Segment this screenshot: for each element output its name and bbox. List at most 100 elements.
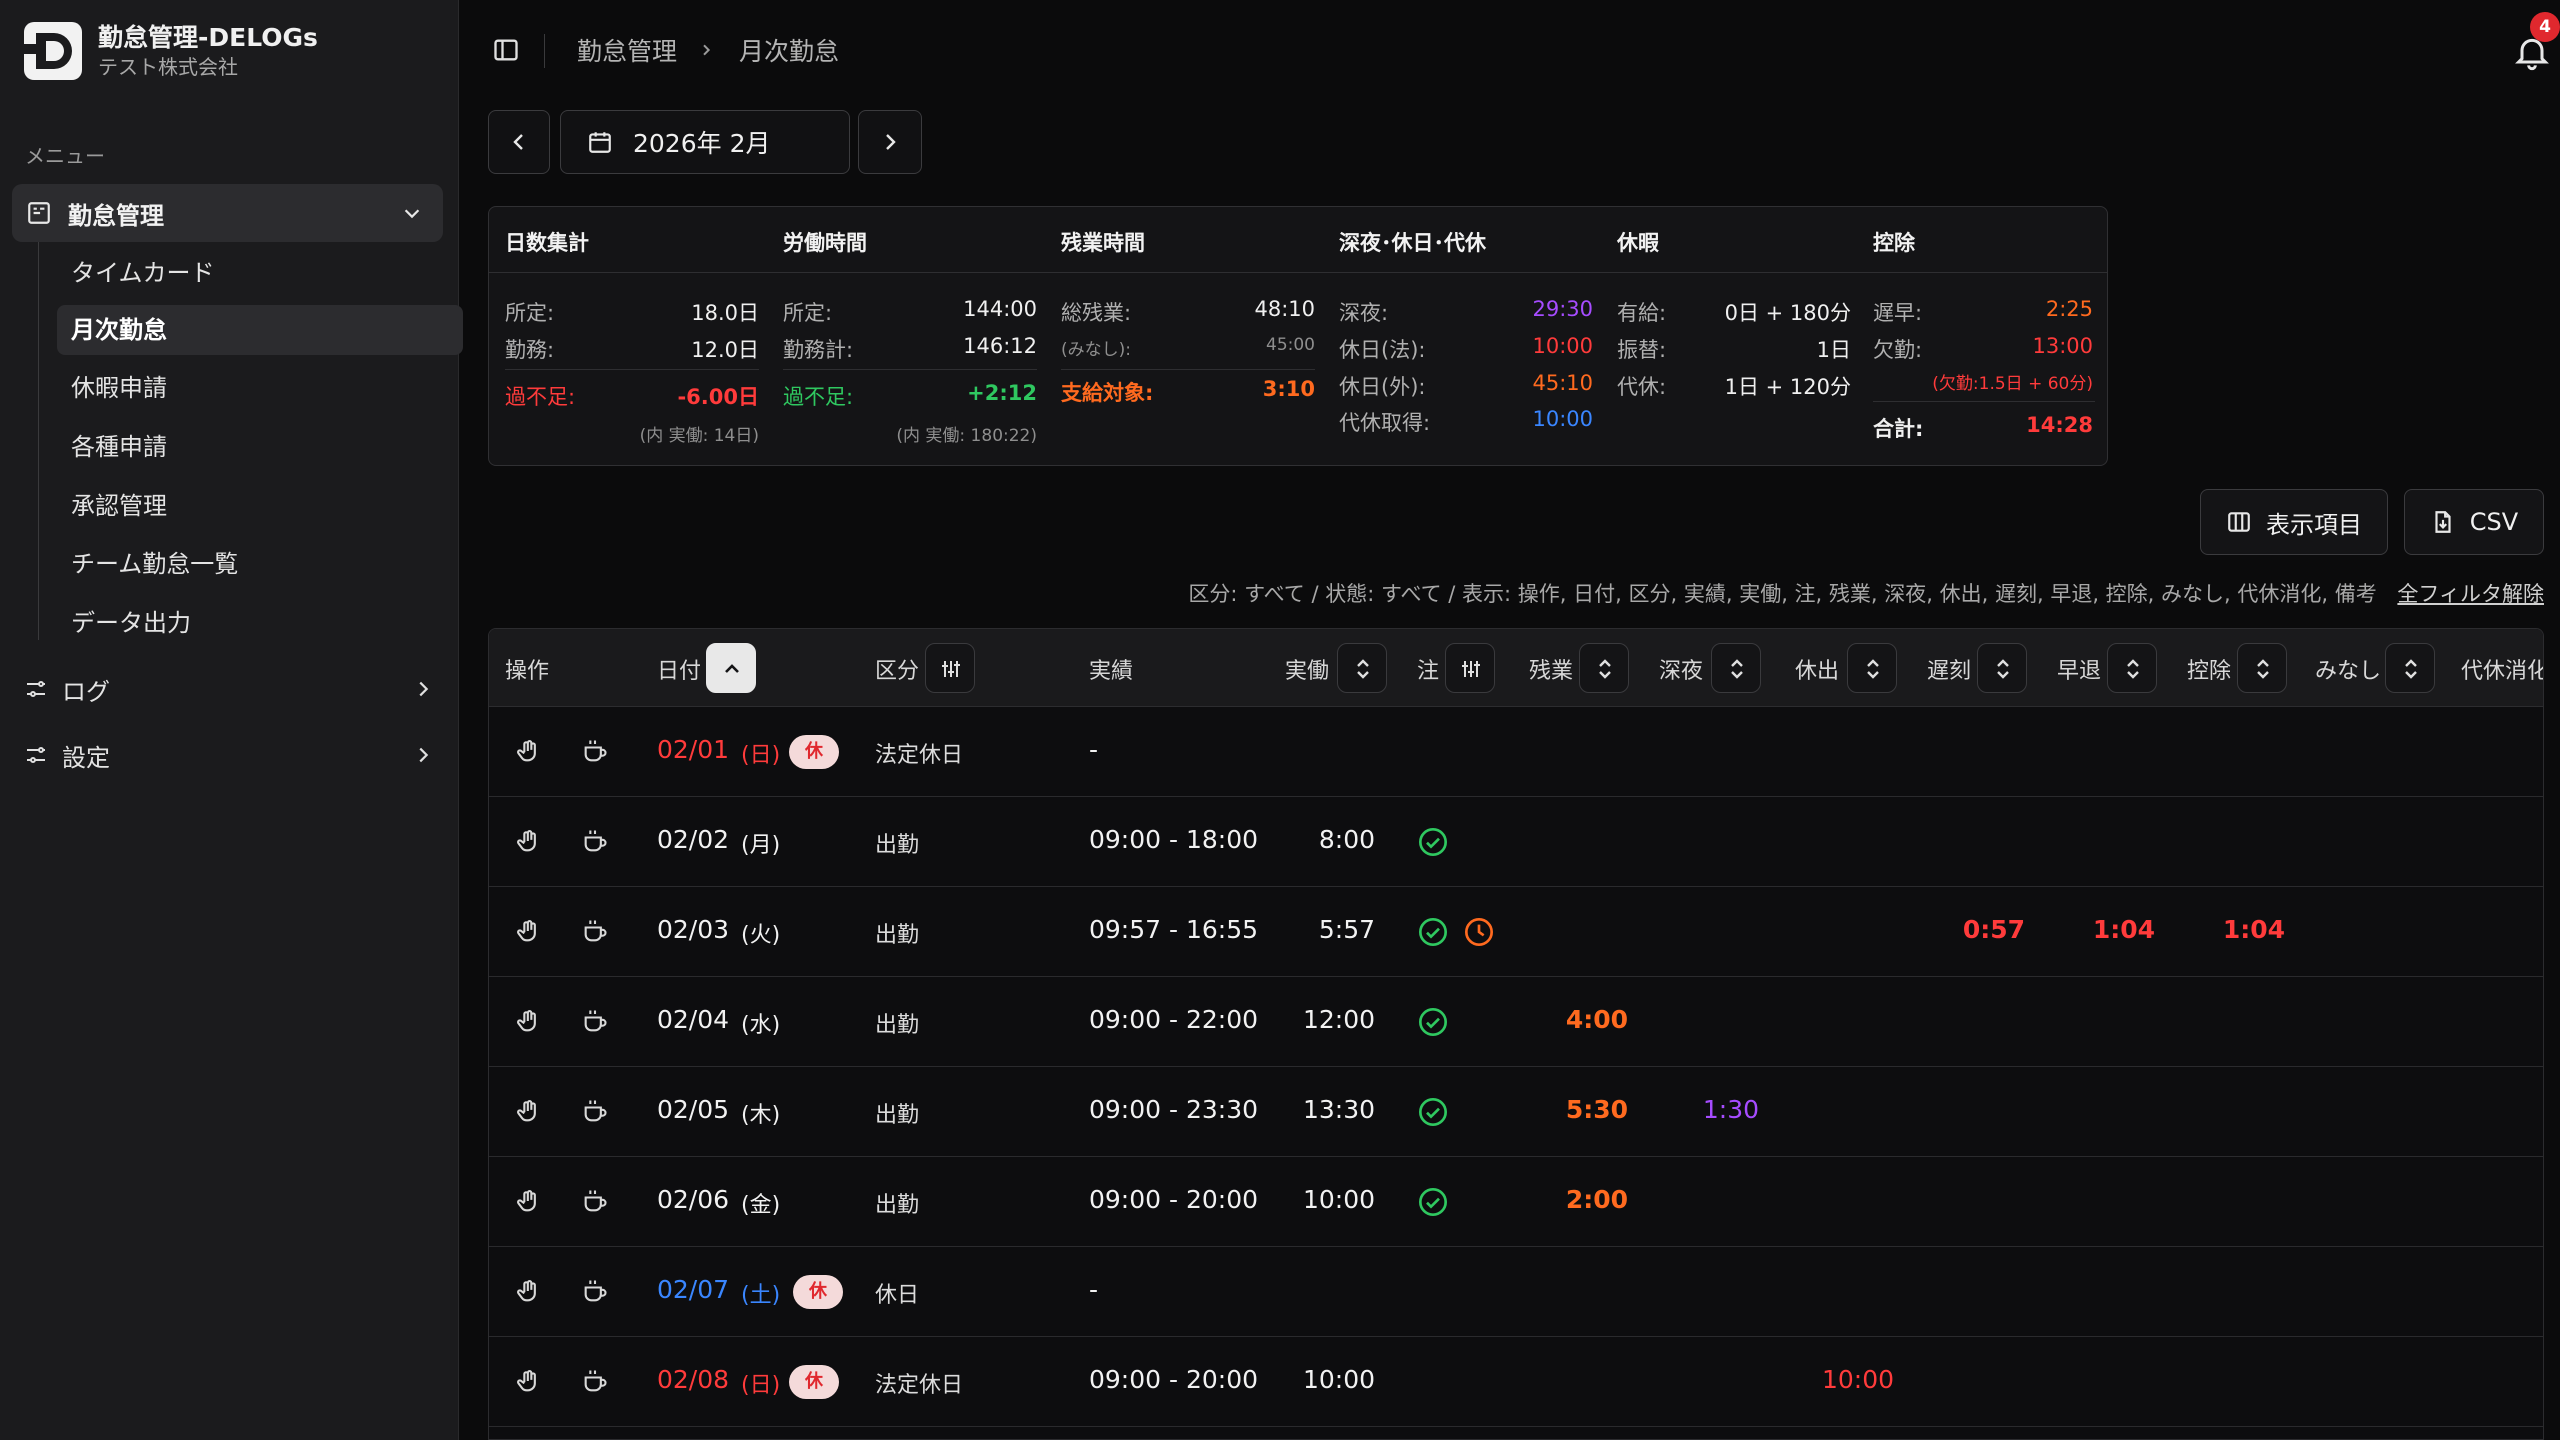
deduction-total-value: 14:28: [2026, 413, 2093, 437]
header-early: 早退: [2057, 659, 2102, 684]
columns-button[interactable]: 表示項目: [2200, 489, 2388, 555]
edit-hand-icon[interactable]: [515, 737, 543, 769]
month-picker[interactable]: 2026年 2月: [560, 110, 850, 174]
edit-hand-icon[interactable]: [515, 1007, 543, 1039]
sort-night-button[interactable]: [1711, 643, 1761, 693]
month-label: 2026年 2月: [633, 129, 771, 158]
csv-button[interactable]: CSV: [2404, 489, 2544, 555]
sort-deduction-button[interactable]: [2237, 643, 2287, 693]
summary-leave-title: 休暇: [1617, 231, 1659, 255]
table-row[interactable]: 02/01 (日) 休 法定休日 -: [489, 707, 2543, 797]
header-comp-used: 代休消化: [2461, 659, 2544, 684]
row-actual: 09:00 - 23:30: [1089, 1095, 1259, 1124]
sort-overtime-button[interactable]: [1579, 643, 1629, 693]
edit-hand-icon[interactable]: [515, 1367, 543, 1399]
breadcrumb-attendance[interactable]: 勤怠管理: [577, 32, 677, 68]
sidebar-item-settings[interactable]: 設定: [24, 730, 434, 780]
sliders-icon: [27, 681, 45, 697]
header-deduction: 控除: [2187, 659, 2232, 684]
sort-early-button[interactable]: [2107, 643, 2157, 693]
sidebar-item-monthly[interactable]: 月次勤怠: [57, 305, 463, 355]
overtime-deemed-value: 45:00: [1266, 335, 1315, 355]
night-label: 深夜:: [1339, 301, 1389, 325]
break-cup-icon[interactable]: [581, 1097, 609, 1129]
sort-worked-button[interactable]: [1337, 643, 1387, 693]
menu-label: メニュー: [25, 144, 105, 168]
sidebar-group-attendance[interactable]: 勤怠管理: [12, 184, 443, 242]
days-worked-label: 勤務:: [505, 338, 555, 362]
filter-category-button[interactable]: [925, 643, 975, 693]
comp-leave-value: 1日 + 120分: [1724, 375, 1851, 399]
table-row[interactable]: 02/07 (土) 休 休日 -: [489, 1247, 2543, 1337]
filter-summary-text: 区分: すべて / 状態: すべて / 表示: 操作, 日付, 区分, 実績, …: [1188, 582, 2377, 606]
sidebar-item-log[interactable]: ログ: [24, 664, 434, 714]
table-row[interactable]: 02/05 (木) 出勤 09:00 - 23:30 13:30 5:30 1:30: [489, 1067, 2543, 1157]
holiday-badge: 休: [789, 735, 839, 769]
clear-filters-link[interactable]: 全フィルタ解除: [2397, 582, 2544, 606]
table-row[interactable]: 02/04 (水) 出勤 09:00 - 22:00 12:00 4:00: [489, 977, 2543, 1067]
break-cup-icon[interactable]: [581, 1367, 609, 1399]
break-cup-icon[interactable]: [581, 1187, 609, 1219]
sort-late-button[interactable]: [1977, 643, 2027, 693]
sidebar-item-timecard[interactable]: タイムカード: [57, 248, 463, 298]
row-actual: -: [1089, 735, 1099, 764]
edit-hand-icon[interactable]: [515, 1097, 543, 1129]
sidebar-toggle-icon[interactable]: [492, 36, 520, 64]
table-row[interactable]: 02/02 (月) 出勤 09:00 - 18:00 8:00: [489, 797, 2543, 887]
brand[interactable]: 勤怠管理-DELOGs テスト株式会社: [24, 22, 318, 80]
hours-divider: [783, 369, 1037, 370]
check-circle-icon: [1417, 1006, 1449, 1042]
row-date: 02/03: [657, 915, 730, 944]
breadcrumb-chevron-icon: [703, 44, 711, 56]
break-cup-icon[interactable]: [581, 737, 609, 769]
sort-icon: [1599, 659, 1611, 679]
days-diff-label: 過不足:: [505, 385, 576, 409]
chevron-down-icon: [404, 209, 420, 219]
sidebar-item-approvals[interactable]: 承認管理: [57, 481, 463, 531]
sidebar-item-team[interactable]: チーム勤怠一覧: [57, 539, 463, 589]
edit-hand-icon[interactable]: [515, 917, 543, 949]
row-worked: 10:00: [1302, 1185, 1375, 1214]
clock-icon: [1463, 916, 1495, 952]
app-logo-icon: [24, 22, 82, 80]
check-circle-icon: [1417, 1186, 1449, 1222]
row-date: 02/06: [657, 1185, 730, 1214]
break-cup-icon[interactable]: [581, 917, 609, 949]
attendance-table: 操作 日付 区分 実績 実働 注 残業 深夜 休出 遅刻 早退 控除 みなし 代…: [488, 628, 2544, 1440]
sidebar-item-requests[interactable]: 各種申請: [57, 422, 463, 472]
sort-date-button[interactable]: [706, 643, 756, 693]
sidebar-log-label: ログ: [62, 677, 110, 706]
sort-holiday-work-button[interactable]: [1847, 643, 1897, 693]
row-worked: 8:00: [1318, 825, 1375, 854]
filter-note-button[interactable]: [1445, 643, 1495, 693]
row-worked: 13:30: [1302, 1095, 1375, 1124]
comp-taken-label: 代休取得:: [1339, 411, 1431, 435]
break-cup-icon[interactable]: [581, 1277, 609, 1309]
check-circle-icon: [1417, 826, 1449, 862]
sort-deemed-button[interactable]: [2385, 643, 2435, 693]
deduction-total-label: 合計:: [1873, 417, 1924, 441]
break-cup-icon[interactable]: [581, 1007, 609, 1039]
edit-hand-icon[interactable]: [515, 1277, 543, 1309]
next-month-button[interactable]: [858, 110, 922, 174]
table-row[interactable]: 02/08 (日) 休 法定休日 09:00 - 20:00 10:00 10:00: [489, 1337, 2543, 1427]
prev-month-button[interactable]: [488, 110, 550, 174]
header-night: 深夜: [1659, 659, 1704, 684]
paid-leave-value: 0日 + 180分: [1724, 301, 1851, 325]
hours-diff-value: +2:12: [967, 381, 1037, 405]
sidebar-item-export[interactable]: データ出力: [57, 598, 463, 648]
table-row[interactable]: 02/06 (金) 出勤 09:00 - 20:00 10:00 2:00: [489, 1157, 2543, 1247]
table-row[interactable]: 02/03 (火) 出勤 09:57 - 16:55 5:57 0:57 1:04 1:04: [489, 887, 2543, 977]
calendar-icon: [589, 132, 611, 153]
break-cup-icon[interactable]: [581, 827, 609, 859]
row-overtime: 4:00: [1565, 1005, 1628, 1034]
late-early-label: 遅早:: [1873, 301, 1923, 325]
edit-hand-icon[interactable]: [515, 1187, 543, 1219]
sidebar-item-leave-request[interactable]: 休暇申請: [57, 363, 463, 413]
edit-hand-icon[interactable]: [515, 827, 543, 859]
header-divider: [544, 34, 545, 68]
row-category: 出勤: [875, 1103, 920, 1128]
columns-button-label: 表示項目: [2266, 510, 2362, 539]
chevron-up-icon: [725, 664, 739, 673]
row-weekday: (火): [741, 923, 781, 948]
